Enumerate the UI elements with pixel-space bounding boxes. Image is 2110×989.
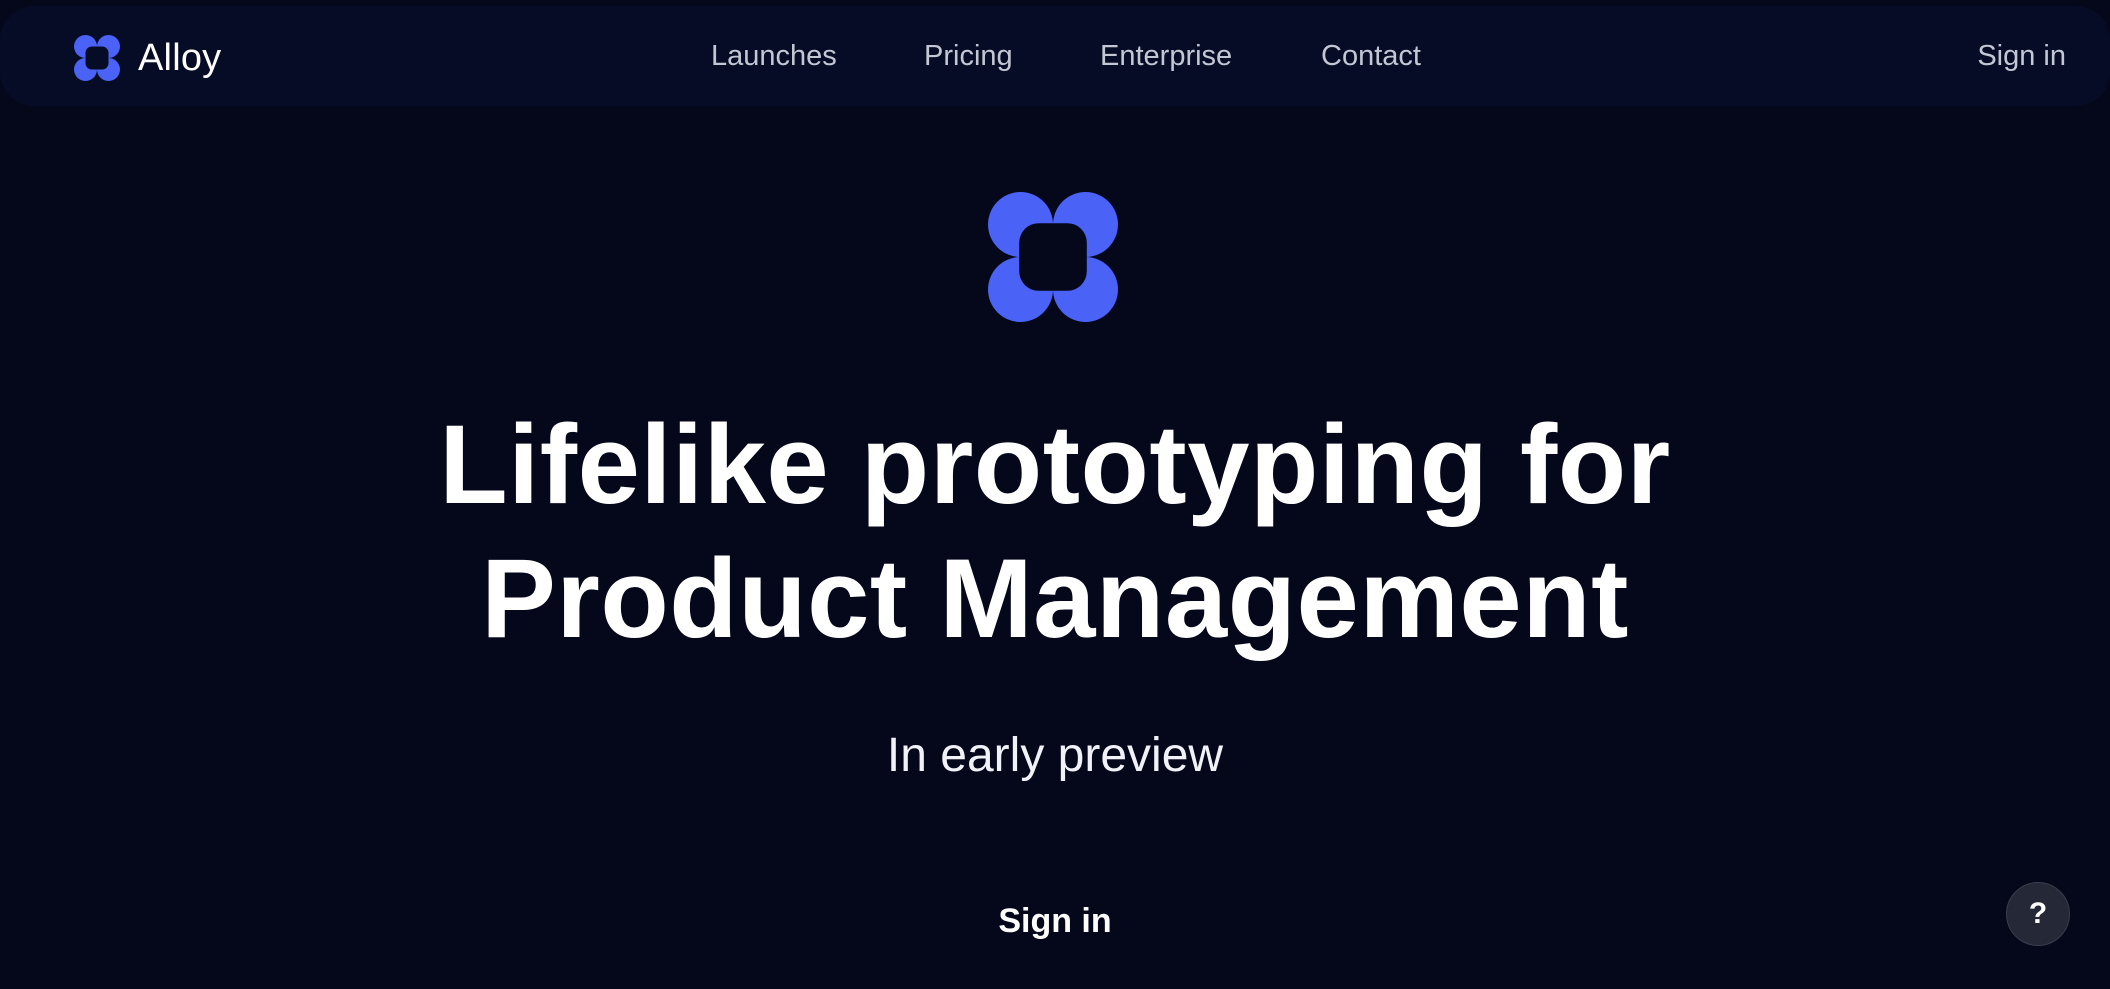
hero-title: Lifelike prototyping for Product Managem… <box>0 398 2110 666</box>
hero-logo-icon <box>988 192 1118 322</box>
nav-link-contact[interactable]: Contact <box>1321 40 1421 73</box>
main-nav: Launches Pricing Enterprise Contact Sign… <box>0 40 2110 80</box>
hero-subtitle: In early preview <box>886 729 1224 782</box>
nav-sign-in-link[interactable]: Sign in <box>1977 40 2066 73</box>
nav-link-launches[interactable]: Launches <box>711 40 837 73</box>
page: Alloy Launches Pricing Enterprise Contac… <box>0 0 2110 989</box>
help-button[interactable]: ? <box>2006 882 2070 946</box>
hero-sign-in-button[interactable]: Sign in <box>0 902 2110 941</box>
help-icon: ? <box>2028 897 2048 930</box>
hero-title-line-2: Product Management <box>481 536 1629 661</box>
nav-link-enterprise[interactable]: Enterprise <box>1100 40 1232 73</box>
nav-link-pricing[interactable]: Pricing <box>924 40 1013 73</box>
top-navbar: Alloy Launches Pricing Enterprise Contac… <box>0 6 2110 106</box>
hero-title-line-1: Lifelike prototyping for <box>439 402 1671 527</box>
